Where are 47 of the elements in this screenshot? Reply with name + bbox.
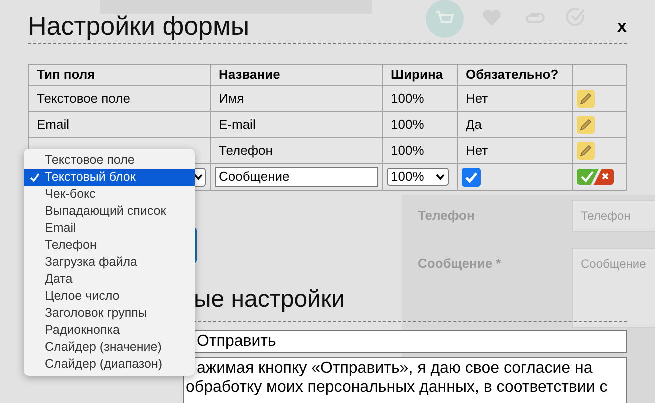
pencil-icon[interactable] <box>577 90 595 108</box>
dialog-title: Настройки формы <box>28 11 250 41</box>
dropdown-option[interactable]: Заголовок группы <box>24 305 195 322</box>
dropdown-option[interactable]: Телефон <box>24 237 195 254</box>
table-cell: Телефон <box>210 138 382 164</box>
table-cell: Нет <box>458 138 572 164</box>
consent-textarea[interactable]: ажимая кнопку «Отправить», я даю свое согласие на обработку моих персональных данных, в соответствии с <box>183 357 627 403</box>
column-header: Тип поля <box>28 64 210 86</box>
dropdown-option[interactable]: Целое число <box>24 288 195 305</box>
dropdown-option[interactable]: Дата <box>24 271 195 288</box>
pencil-icon[interactable] <box>577 116 595 134</box>
dropdown-option[interactable]: Текстовый блок <box>24 169 195 186</box>
chevron-down-icon <box>436 174 445 180</box>
background-input[interactable]: Сообщение <box>572 248 655 328</box>
table-cell: Текстовое поле <box>28 86 210 112</box>
field-label: Сообщение * <box>418 255 502 273</box>
checkmark-icon <box>465 172 478 182</box>
dropdown-option[interactable]: Текстовое поле <box>24 152 195 169</box>
chevron-down-icon <box>194 174 203 180</box>
save-icon[interactable] <box>577 169 599 185</box>
dropdown-option[interactable]: Чек-бокс <box>24 186 195 203</box>
section-title: ые настройки <box>194 286 345 313</box>
text-line: ажимая кнопку «Отправить», я даю свое согласие на <box>196 359 594 378</box>
column-header: Название <box>210 64 382 86</box>
required-checkbox[interactable] <box>462 168 481 186</box>
background-input[interactable]: Телефон <box>572 200 655 232</box>
pencil-icon[interactable] <box>577 142 595 160</box>
text-line: обработку моих персональных данных, в соответствии с <box>185 378 609 397</box>
dropdown-option[interactable]: Email <box>24 220 195 237</box>
field-label: Телефон <box>418 207 476 225</box>
table-cell: 100% <box>382 138 458 164</box>
cancel-icon[interactable] <box>594 169 614 185</box>
close-button[interactable]: x <box>618 14 627 39</box>
column-header: Обязательно? <box>458 64 572 86</box>
table-cell: Нет <box>458 86 572 112</box>
table-cell: Да <box>458 112 572 138</box>
table-cell: 100% <box>382 112 458 138</box>
checkmark-icon <box>30 173 40 182</box>
name-input[interactable]: Сообщение <box>215 166 378 186</box>
width-select[interactable]: 100% <box>387 168 449 186</box>
table-cell: E-mail <box>210 112 382 138</box>
column-header: Ширина <box>382 64 458 86</box>
table-cell: Имя <box>210 86 382 112</box>
table-cell: 100% <box>382 86 458 112</box>
table-cell: Email <box>28 112 210 138</box>
dropdown-option[interactable]: Загрузка файла <box>24 254 195 271</box>
dropdown-option[interactable]: Выпадающий список <box>24 203 195 220</box>
